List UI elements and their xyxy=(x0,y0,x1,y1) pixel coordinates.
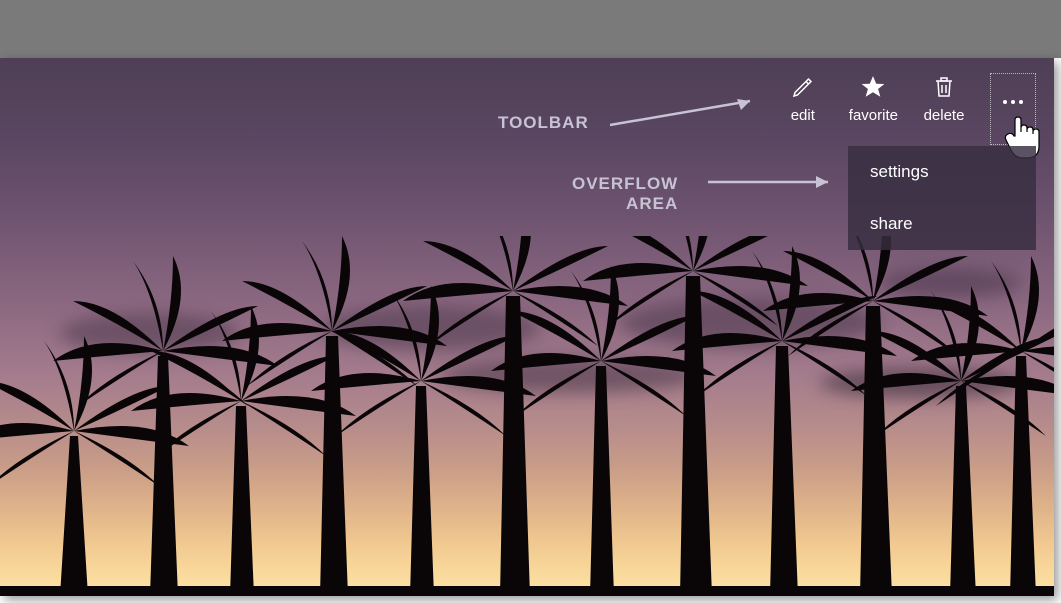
more-button[interactable] xyxy=(990,73,1036,145)
trash-icon xyxy=(930,73,958,101)
pencil-icon xyxy=(789,73,817,101)
overflow-menu: settings share xyxy=(848,146,1036,250)
ellipsis-icon xyxy=(1003,100,1023,104)
share-label: share xyxy=(870,214,913,233)
star-icon xyxy=(859,73,887,101)
annotation-arrow-icon xyxy=(704,170,844,194)
delete-button[interactable]: delete xyxy=(920,73,968,124)
favorite-label: favorite xyxy=(849,107,898,124)
annotation-arrow-icon xyxy=(606,93,766,133)
window-chrome-bar xyxy=(0,0,1061,58)
annotation-toolbar-label: TOOLBAR xyxy=(498,113,589,133)
overflow-item-share[interactable]: share xyxy=(848,198,1036,250)
command-toolbar: edit favorite delete xyxy=(779,73,1036,145)
decorative-palms xyxy=(0,236,1054,596)
photo-viewer: edit favorite delete xyxy=(0,58,1054,596)
annotation-overflow-label: OVERFLOW AREA xyxy=(572,174,678,215)
delete-label: delete xyxy=(924,107,965,124)
edit-button[interactable]: edit xyxy=(779,73,827,124)
favorite-button[interactable]: favorite xyxy=(849,73,898,124)
edit-label: edit xyxy=(791,107,815,124)
settings-label: settings xyxy=(870,162,929,181)
overflow-item-settings[interactable]: settings xyxy=(848,146,1036,198)
